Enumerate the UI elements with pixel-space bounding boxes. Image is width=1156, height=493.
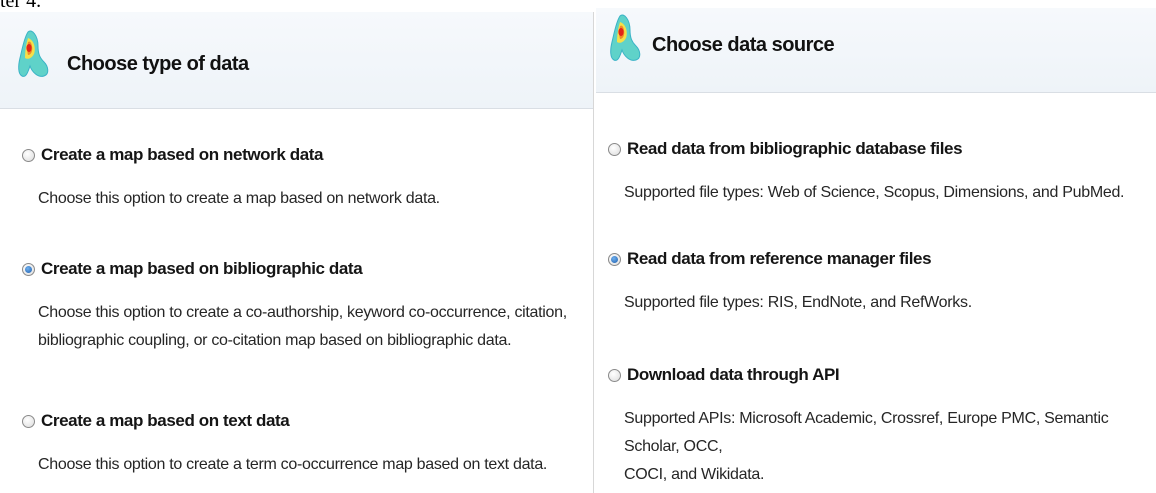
data-type-panel: Choose type of data Create a map based o… — [0, 12, 594, 493]
option-head[interactable]: Read data from reference manager files — [608, 249, 1146, 269]
option-description: Supported file types: Web of Science, Sc… — [624, 179, 1146, 207]
page-caption: ter 4. — [0, 0, 42, 12]
option-bibliographic-data[interactable]: Create a map based on bibliographic data… — [22, 259, 583, 355]
option-head[interactable]: Download data through API — [608, 365, 1146, 385]
radio-button-icon[interactable] — [22, 148, 35, 162]
option-head[interactable]: Create a map based on bibliographic data — [22, 259, 583, 279]
description-line: Supported file types: Web of Science, Sc… — [624, 184, 1125, 201]
option-head[interactable]: Create a map based on network data — [22, 145, 583, 165]
option-label[interactable]: Create a map based on network data — [41, 145, 324, 165]
option-head[interactable]: Read data from bibliographic database fi… — [608, 139, 1146, 159]
option-description: Supported APIs: Microsoft Academic, Cros… — [624, 405, 1146, 489]
description-line: Choose this option to create a map based… — [38, 190, 440, 207]
vosviewer-logo-icon — [610, 14, 641, 61]
option-description: Supported file types: RIS, EndNote, and … — [624, 289, 1146, 317]
option-label[interactable]: Create a map based on bibliographic data — [41, 259, 363, 279]
panel-title: Choose data source — [652, 34, 835, 56]
radio-button-icon[interactable] — [22, 414, 35, 428]
option-description: Choose this option to create a term co-o… — [38, 451, 583, 479]
option-network-data[interactable]: Create a map based on network data Choos… — [22, 145, 583, 213]
option-bibliographic-database-files[interactable]: Read data from bibliographic database fi… — [608, 139, 1146, 207]
option-description: Choose this option to create a map based… — [38, 185, 583, 213]
panel-header: Choose type of data — [0, 12, 593, 109]
panel-header: Choose data source — [596, 8, 1156, 93]
description-line: Supported APIs: Microsoft Academic, Cros… — [624, 410, 1109, 455]
option-label[interactable]: Download data through API — [627, 365, 840, 385]
description-line: bibliographic coupling, or co-citation m… — [38, 332, 512, 349]
description-line: Choose this option to create a co-author… — [38, 304, 567, 321]
description-line: Supported file types: RIS, EndNote, and … — [624, 294, 972, 311]
option-reference-manager-files[interactable]: Read data from reference manager files S… — [608, 249, 1146, 317]
option-download-through-api[interactable]: Download data through API Supported APIs… — [608, 365, 1146, 489]
description-line: COCI, and Wikidata. — [624, 466, 765, 483]
option-label[interactable]: Read data from reference manager files — [627, 249, 932, 269]
data-source-panel: Choose data source Read data from biblio… — [596, 8, 1156, 493]
radio-button-icon[interactable] — [22, 262, 35, 276]
option-text-data[interactable]: Create a map based on text data Choose t… — [22, 411, 583, 479]
radio-button-icon[interactable] — [608, 368, 621, 382]
option-description: Choose this option to create a co-author… — [38, 299, 583, 355]
radio-button-icon[interactable] — [608, 142, 621, 156]
panel-title: Choose type of data — [67, 53, 249, 75]
vosviewer-logo-icon — [18, 30, 49, 77]
option-label[interactable]: Read data from bibliographic database fi… — [627, 139, 963, 159]
radio-button-icon[interactable] — [608, 252, 621, 266]
description-line: Choose this option to create a term co-o… — [38, 456, 548, 473]
option-head[interactable]: Create a map based on text data — [22, 411, 583, 431]
option-label[interactable]: Create a map based on text data — [41, 411, 290, 431]
